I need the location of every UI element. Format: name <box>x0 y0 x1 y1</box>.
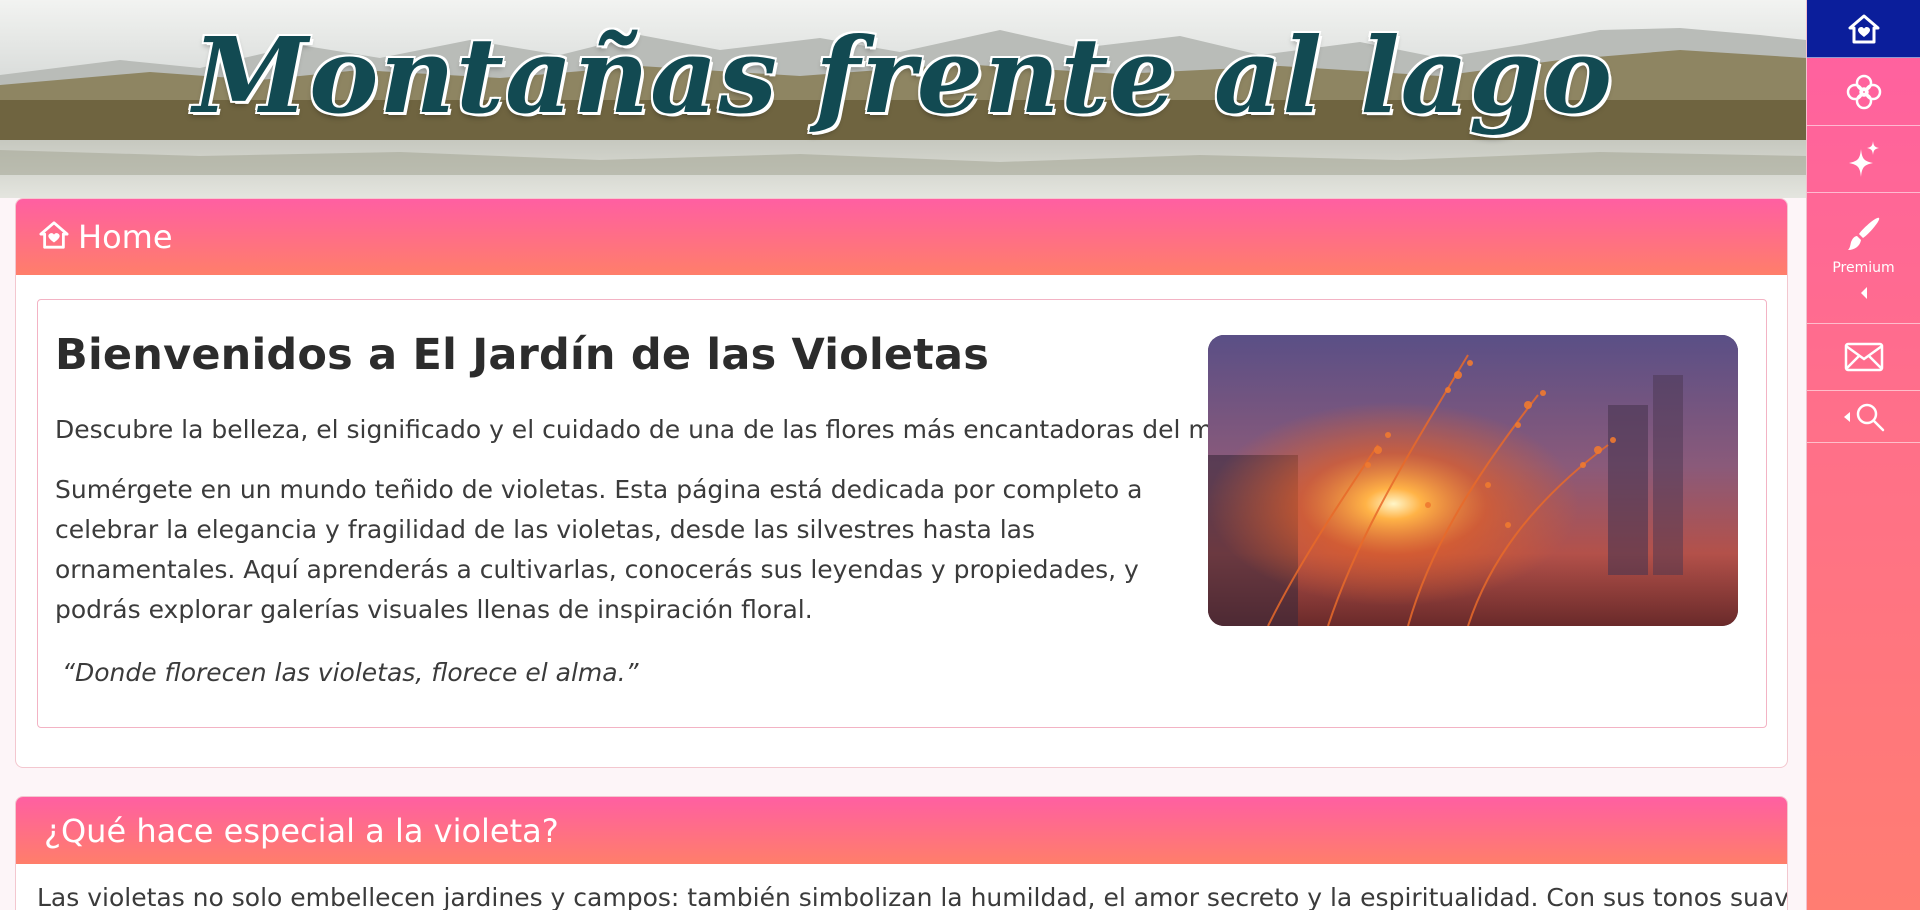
envelope-icon <box>1844 342 1884 372</box>
caret-left-icon <box>1843 411 1851 423</box>
welcome-quote: “Donde florecen las violetas, florece el… <box>62 658 639 687</box>
welcome-heading: Bienvenidos a El Jardín de las Violetas <box>55 330 990 380</box>
right-sidebar: Premium <box>1806 0 1920 910</box>
special-section: ¿Qué hace especial a la violeta? Las vio… <box>15 796 1788 910</box>
welcome-box: Bienvenidos a El Jardín de las Violetas … <box>37 299 1767 728</box>
home-section-header: Home <box>16 199 1787 275</box>
sidebar-item-premium[interactable]: Premium <box>1807 193 1920 324</box>
home-section-title: Home <box>78 218 173 256</box>
sidebar-item-contact[interactable] <box>1807 324 1920 391</box>
sparkles-icon <box>1846 139 1882 179</box>
home-section: Home Bienvenidos a El Jardín de las Viol… <box>15 198 1788 768</box>
search-icon <box>1855 402 1885 432</box>
caret-left-icon[interactable] <box>1859 286 1869 300</box>
special-section-text: Las violetas no solo embellecen jardines… <box>37 883 1788 910</box>
sidebar-item-sparkles[interactable] <box>1807 126 1920 193</box>
paintbrush-icon <box>1845 216 1883 254</box>
sunset-grass-photo <box>1208 335 1738 626</box>
flower-icon <box>1844 72 1884 112</box>
banner-title: Montañas frente al lago <box>192 14 1614 137</box>
home-heart-icon <box>1847 13 1881 45</box>
sidebar-label-premium: Premium <box>1832 260 1895 276</box>
special-section-title: ¿Qué hace especial a la violeta? <box>44 811 559 850</box>
welcome-subtitle: Descubre la belleza, el significado y el… <box>55 415 1284 444</box>
sidebar-item-flower[interactable] <box>1807 58 1920 126</box>
welcome-paragraph: Sumérgete en un mundo teñido de violetas… <box>55 475 1143 624</box>
special-section-header: ¿Qué hace especial a la violeta? <box>16 797 1787 864</box>
sidebar-item-search[interactable] <box>1807 391 1920 443</box>
home-heart-icon <box>38 220 70 254</box>
banner: Montañas frente al lago <box>0 0 1806 198</box>
sidebar-item-home[interactable] <box>1807 0 1920 58</box>
